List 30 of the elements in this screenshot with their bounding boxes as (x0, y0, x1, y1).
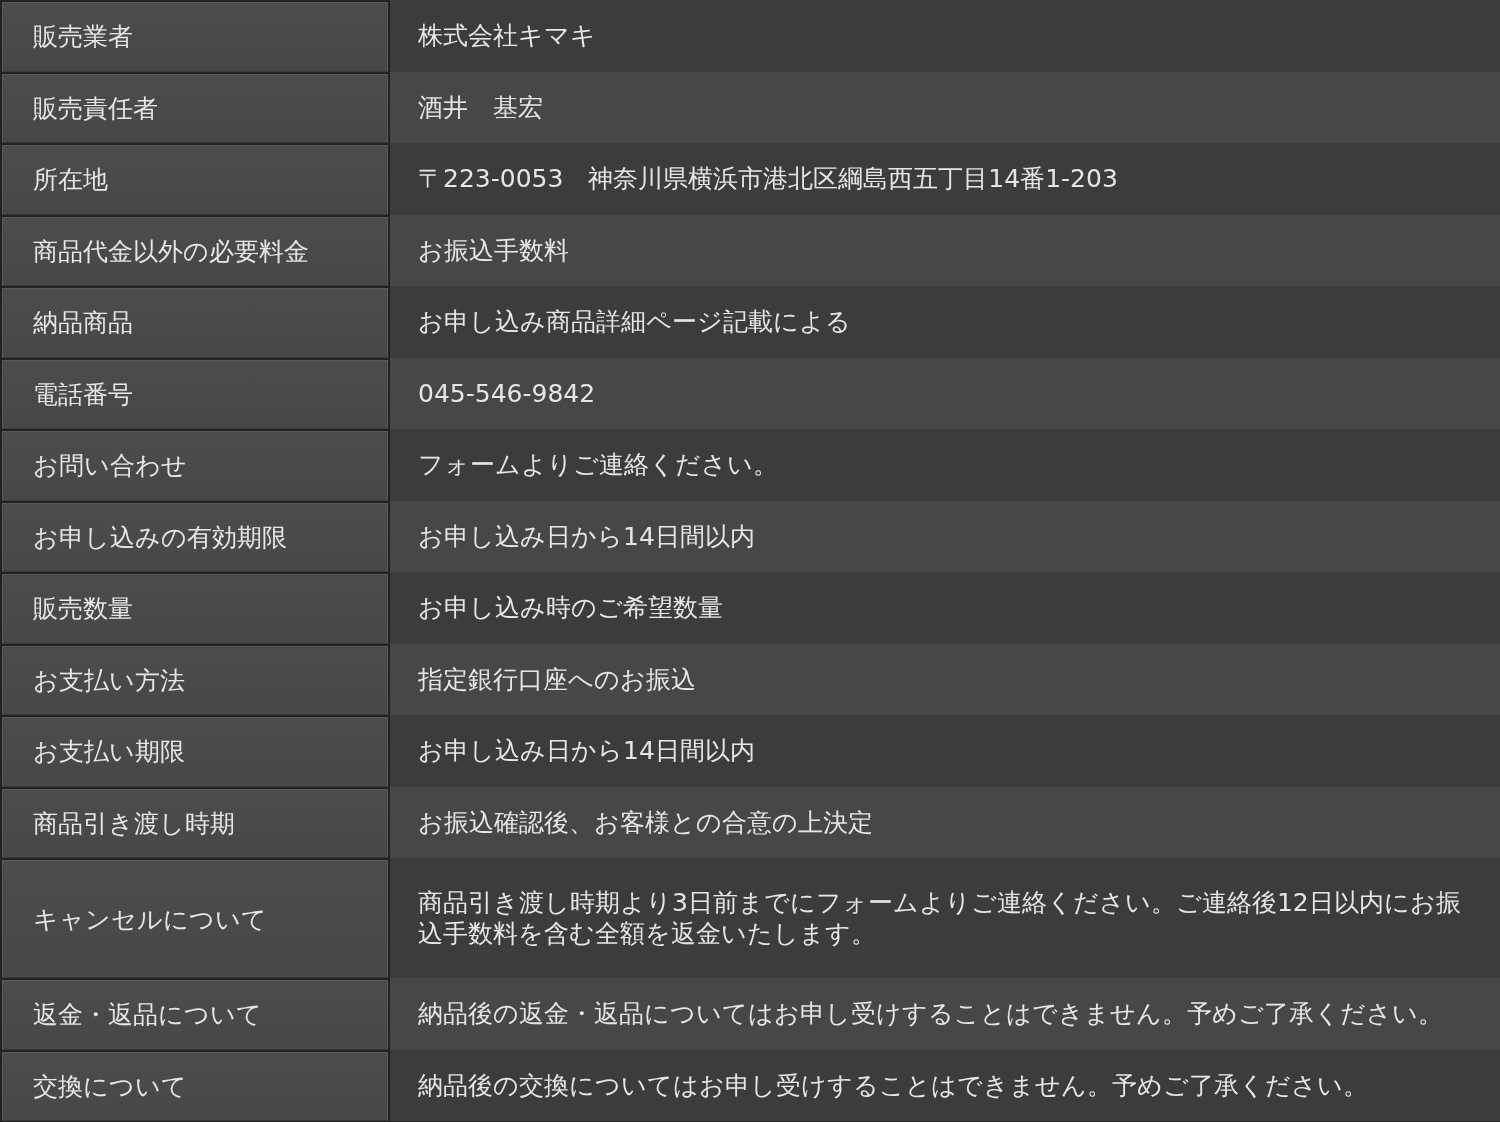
row-value: 酒井 基宏 (390, 71, 1500, 143)
row-label: 販売責任者 (2, 73, 388, 143)
row-value: お申し込み日から14日間以内 (390, 500, 1500, 572)
row-value: 〒223-0053 神奈川県横浜市港北区綱島西五丁目14番1-203 (390, 143, 1500, 215)
row-label: お支払い方法 (2, 645, 388, 715)
row-label: 交換について (2, 1051, 388, 1121)
row-label: お支払い期限 (2, 717, 388, 787)
row-value: お申し込み時のご希望数量 (390, 572, 1500, 644)
row-label: キャンセルについて (2, 860, 388, 978)
row-value: 指定銀行口座へのお振込 (390, 643, 1500, 715)
row-value: 株式会社キマキ (390, 0, 1500, 72)
row-value: お振込手数料 (390, 214, 1500, 286)
row-value: お振込確認後、お客様との合意の上決定 (390, 786, 1500, 858)
row-label: お問い合わせ (2, 431, 388, 501)
row-value: お申し込み商品詳細ページ記載による (390, 286, 1500, 358)
row-value: 納品後の返金・返品についてはお申し受けすることはできません。予めご了承ください。 (390, 978, 1500, 1050)
row-label: 電話番号 (2, 359, 388, 429)
row-value: 045-546-9842 (390, 357, 1500, 429)
row-value: 商品引き渡し時期より3日前までにフォームよりご連絡ください。ご連絡後12日以内にお振込手数料を含む全額を返金いたします。 (390, 858, 1500, 978)
row-label: 商品代金以外の必要料金 (2, 216, 388, 286)
row-value: 納品後の交換についてはお申し受けすることはできません。予めご了承ください。 (390, 1049, 1500, 1121)
row-label: お申し込みの有効期限 (2, 502, 388, 572)
row-label: 納品商品 (2, 288, 388, 358)
row-label: 販売業者 (2, 2, 388, 72)
row-label: 商品引き渡し時期 (2, 788, 388, 858)
row-value: フォームよりご連絡ください。 (390, 429, 1500, 501)
row-label: 返金・返品について (2, 980, 388, 1050)
row-label: 所在地 (2, 145, 388, 215)
row-label: 販売数量 (2, 574, 388, 644)
row-value: お申し込み日から14日間以内 (390, 715, 1500, 787)
